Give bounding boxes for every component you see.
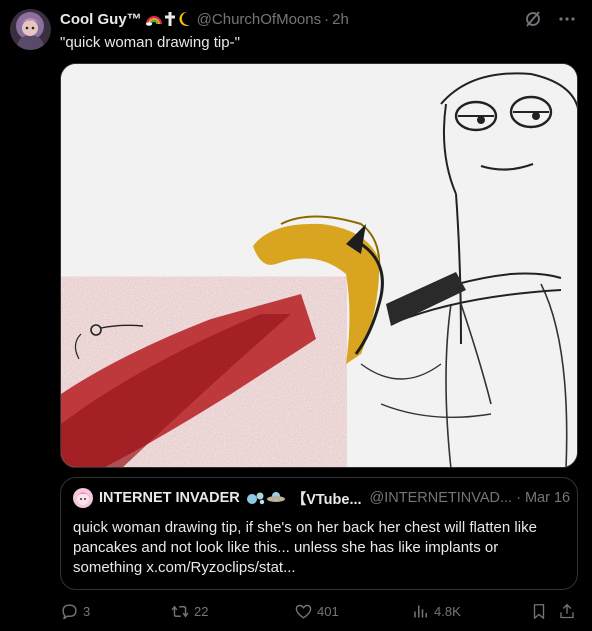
reply-button[interactable]: 3	[60, 602, 90, 621]
cross-icon	[164, 12, 175, 26]
author-name[interactable]: Cool Guy™	[60, 11, 142, 28]
share-button[interactable]	[558, 602, 576, 621]
repost-icon	[171, 605, 189, 618]
action-bar: 3 22 401 4.8K	[60, 602, 584, 622]
post-header: Cool Guy™ @ChurchOfMoons · 2h	[60, 9, 349, 29]
quoted-post[interactable]: INTERNET INVADER 【VTube... @INTERNETINVA…	[60, 477, 578, 590]
repost-button[interactable]: 22	[170, 602, 208, 621]
post-time[interactable]: 2h	[332, 11, 349, 28]
like-icon	[295, 604, 312, 619]
quoted-author-avatar	[73, 488, 93, 508]
views-button[interactable]: 4.8K	[412, 602, 461, 621]
rainbow-icon	[145, 16, 162, 26]
separator-dot: ·	[324, 10, 330, 28]
bookmark-icon	[533, 604, 545, 619]
more-icon[interactable]	[558, 10, 576, 28]
name-emojis	[145, 11, 192, 27]
quoted-post-text: quick woman drawing tip, if she's on her…	[73, 519, 537, 576]
moon-icon	[179, 11, 190, 26]
like-count: 401	[317, 604, 339, 619]
grok-icon[interactable]	[524, 10, 542, 28]
views-icon	[414, 605, 427, 618]
reply-icon	[62, 604, 77, 620]
like-button[interactable]: 401	[294, 602, 339, 621]
bubbles-icon	[246, 492, 264, 505]
post-media-image[interactable]	[60, 63, 578, 468]
quoted-author-name: INTERNET INVADER	[99, 490, 240, 506]
author-handle[interactable]: @ChurchOfMoons	[197, 11, 321, 28]
view-count: 4.8K	[434, 604, 461, 619]
post-text: "quick woman drawing tip-"	[60, 34, 240, 51]
header-actions	[524, 10, 576, 28]
repost-count: 22	[194, 604, 209, 619]
quoted-author-name-suffix: 【VTube...	[291, 491, 362, 508]
share-icon	[560, 603, 574, 619]
quoted-post-header: INTERNET INVADER 【VTube... @INTERNETINVA…	[73, 488, 570, 508]
reply-count: 3	[83, 604, 91, 619]
ufo-icon	[266, 492, 285, 502]
quoted-name-emojis	[246, 490, 286, 506]
bookmark-button[interactable]	[530, 602, 548, 621]
quoted-author-handle-date: @INTERNETINVAD... · Mar 16	[369, 490, 571, 506]
author-avatar[interactable]	[10, 9, 51, 50]
